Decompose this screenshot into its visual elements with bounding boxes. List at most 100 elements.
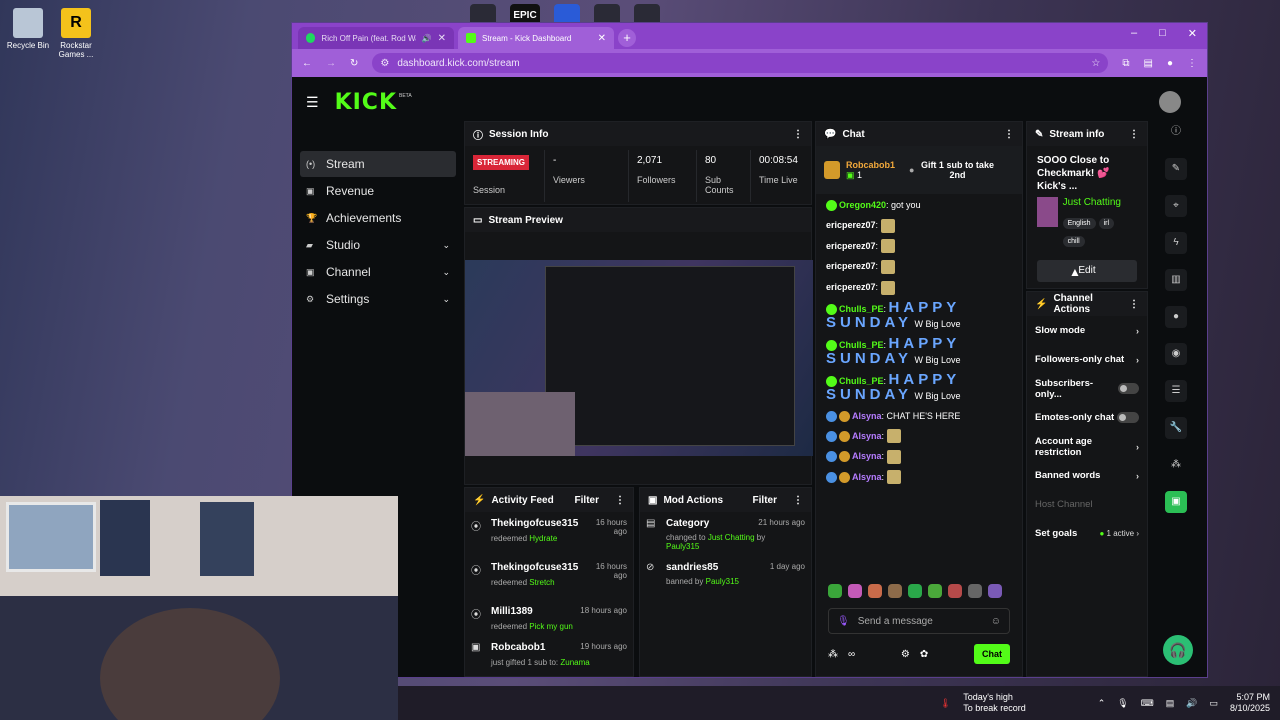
- extensions-icon[interactable]: ⧉: [1122, 58, 1129, 69]
- more-options-icon[interactable]: ⋮: [615, 495, 625, 506]
- bookmark-star-icon[interactable]: ☆: [1091, 58, 1100, 69]
- minimize-icon[interactable]: –: [1131, 27, 1137, 40]
- microphone-icon[interactable]: 🎙: [1117, 698, 1128, 709]
- profile-icon[interactable]: ●: [1167, 58, 1173, 69]
- mod-tools-icon[interactable]: ✿: [920, 649, 928, 660]
- close-tab-icon[interactable]: ✕: [438, 33, 446, 44]
- chat-users-icon[interactable]: ⁂: [828, 649, 838, 660]
- pinned-user[interactable]: Robcabob1: [846, 160, 895, 170]
- subscribers-only-toggle[interactable]: [1117, 383, 1139, 394]
- chat-username[interactable]: ericperez07: [826, 220, 876, 230]
- mod-action-title[interactable]: sandries85: [666, 562, 739, 573]
- close-window-icon[interactable]: ✕: [1188, 27, 1197, 40]
- chat-username[interactable]: ericperez07: [826, 282, 876, 292]
- user-avatar[interactable]: [1159, 91, 1181, 113]
- tab-spotify[interactable]: Rich Off Pain (feat. Rod Wa 🔊 ✕: [298, 27, 454, 49]
- users-icon[interactable]: ⁂: [1165, 454, 1187, 476]
- more-options-icon[interactable]: ⋮: [1129, 129, 1139, 140]
- mod-name[interactable]: Pauly315: [666, 542, 699, 551]
- emote-icon[interactable]: [848, 584, 862, 598]
- new-tab-button[interactable]: +: [618, 29, 636, 47]
- chat-icon[interactable]: ●: [1165, 306, 1187, 328]
- edit-stream-button[interactable]: Edit: [1037, 260, 1137, 282]
- battery-icon[interactable]: ▭: [1209, 698, 1218, 709]
- sidebar-item-channel[interactable]: ▣ Channel ⌄: [300, 259, 456, 285]
- more-options-icon[interactable]: ⋮: [793, 495, 803, 506]
- filter-button[interactable]: Filter: [575, 495, 599, 506]
- sidebar-item-revenue[interactable]: ▣ Revenue: [300, 178, 456, 204]
- maximize-icon[interactable]: □: [1159, 27, 1166, 40]
- forward-icon[interactable]: →: [326, 58, 336, 69]
- sidebar-item-settings[interactable]: ⚙ Settings ⌄: [300, 286, 456, 312]
- clock[interactable]: 5:07 PM 8/10/2025: [1230, 692, 1270, 714]
- sidebar-item-stream[interactable]: (•) Stream: [300, 151, 456, 177]
- more-options-icon[interactable]: ⋮: [793, 129, 803, 140]
- rockstar-games-icon[interactable]: R Rockstar Games ...: [48, 8, 104, 59]
- lightning-icon[interactable]: ϟ: [1165, 232, 1187, 254]
- chat-username[interactable]: ericperez07: [826, 261, 876, 271]
- weather-widget[interactable]: Today's high To break record: [963, 692, 1026, 714]
- emote-icon[interactable]: [948, 584, 962, 598]
- menu-icon[interactable]: ⋮: [1187, 58, 1197, 69]
- site-info-icon[interactable]: ⚙: [380, 58, 389, 69]
- add-widget-icon[interactable]: ▣: [1165, 491, 1187, 513]
- emote-icon[interactable]: [908, 584, 922, 598]
- microphone-icon[interactable]: 🎙: [837, 616, 850, 627]
- activity-user[interactable]: Milli1389: [491, 606, 573, 617]
- chat-username[interactable]: Oregon420: [839, 200, 886, 210]
- emotes-only-toggle[interactable]: [1117, 412, 1139, 423]
- more-options-icon[interactable]: ⋮: [1129, 299, 1139, 310]
- sidebar-item-studio[interactable]: ▰ Studio ⌄: [300, 232, 456, 258]
- activity-user[interactable]: Thekingofcuse315: [491, 562, 578, 573]
- chat-username[interactable]: Alsyna: [852, 431, 882, 441]
- send-chat-button[interactable]: Chat: [974, 644, 1010, 664]
- chat-username[interactable]: Chulls_PE: [839, 340, 884, 350]
- chat-username[interactable]: ericperez07: [826, 241, 876, 251]
- chat-username[interactable]: Chulls_PE: [839, 304, 884, 314]
- info-icon[interactable]: ⓘ: [1165, 121, 1187, 143]
- reload-icon[interactable]: ↻: [350, 58, 358, 69]
- gear-icon[interactable]: ⚙: [901, 649, 910, 660]
- tab-kick-dashboard[interactable]: Stream - Kick Dashboard ✕: [458, 27, 614, 49]
- volume-icon[interactable]: 🔊: [1186, 698, 1197, 709]
- back-icon[interactable]: ←: [302, 58, 312, 69]
- kick-logo[interactable]: KICK: [335, 90, 397, 115]
- emoji-icon[interactable]: ☺: [991, 616, 1001, 627]
- category-name[interactable]: Just Chatting: [1063, 197, 1137, 208]
- chat-username[interactable]: Alsyna: [852, 411, 882, 421]
- set-goals-row[interactable]: Set goals ● 1 active ›: [1027, 519, 1147, 548]
- sidebar-icon[interactable]: ▤: [1144, 58, 1153, 69]
- more-options-icon[interactable]: ⋮: [1004, 129, 1014, 140]
- account-age-row[interactable]: Account age restriction ›: [1027, 432, 1147, 461]
- chat-input[interactable]: 🎙 Send a message ☺: [828, 608, 1010, 634]
- chevron-up-icon[interactable]: ⌃: [1098, 698, 1106, 709]
- mod-name[interactable]: Pauly315: [706, 577, 739, 586]
- help-support-button[interactable]: 🎧: [1163, 635, 1193, 665]
- chat-username[interactable]: Alsyna: [852, 472, 882, 482]
- document-icon[interactable]: ▥: [1165, 269, 1187, 291]
- wrench-icon[interactable]: 🔧: [1165, 417, 1187, 439]
- followers-only-row[interactable]: Followers-only chat ›: [1027, 345, 1147, 374]
- chat-username[interactable]: Alsyna: [852, 451, 882, 461]
- stream-preview-video[interactable]: [465, 260, 813, 456]
- close-tab-icon[interactable]: ✕: [598, 33, 606, 44]
- hamburger-menu-icon[interactable]: ☰: [306, 94, 319, 111]
- emote-icon[interactable]: [828, 584, 842, 598]
- layout-icon[interactable]: ☰: [1165, 380, 1187, 402]
- slow-mode-row[interactable]: Slow mode ›: [1027, 316, 1147, 345]
- target-icon[interactable]: ⌖: [1165, 195, 1187, 217]
- emote-icon[interactable]: [968, 584, 982, 598]
- banned-words-row[interactable]: Banned words ›: [1027, 461, 1147, 490]
- pinned-gift-banner[interactable]: Robcabob1 ▣ 1 ● Gift 1 sub to take 2nd: [816, 146, 1022, 194]
- address-bar[interactable]: ⚙ dashboard.kick.com/stream ☆: [372, 53, 1109, 73]
- chat-username[interactable]: Chulls_PE: [839, 376, 884, 386]
- pencil-icon[interactable]: ✎: [1165, 158, 1187, 180]
- emote-icon[interactable]: [928, 584, 942, 598]
- network-icon[interactable]: ▤: [1166, 698, 1175, 709]
- emote-icon[interactable]: [988, 584, 1002, 598]
- activity-user[interactable]: Thekingofcuse315: [491, 518, 578, 529]
- infinity-icon[interactable]: ∞: [848, 649, 855, 660]
- keyboard-icon[interactable]: ⌨: [1141, 698, 1154, 709]
- emote-icon[interactable]: [868, 584, 882, 598]
- broadcast-icon[interactable]: ◉: [1165, 343, 1187, 365]
